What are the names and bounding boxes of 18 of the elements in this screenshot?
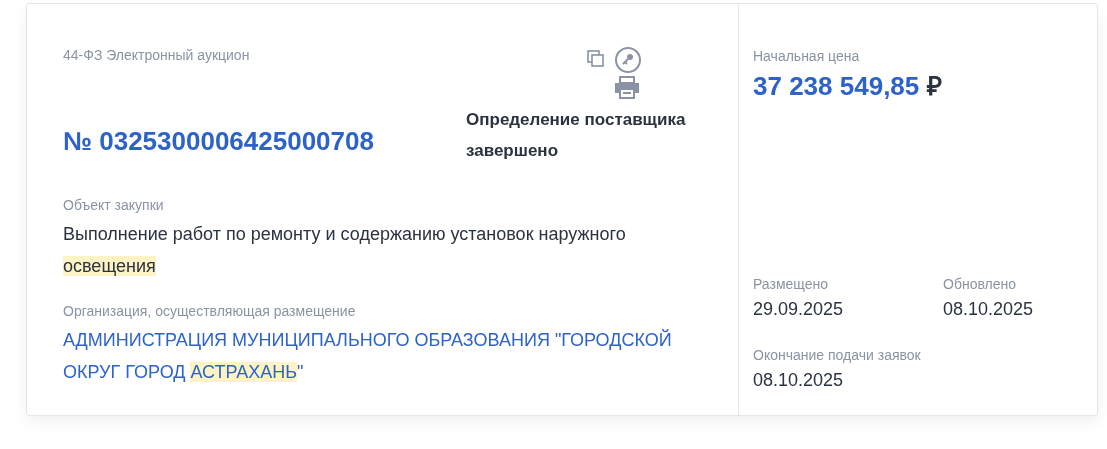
field-label: Начальная цена (753, 47, 861, 65)
date-label: Обновлено (943, 275, 1017, 293)
printer-icon[interactable] (614, 76, 640, 100)
status-text: Определение поставщика завершено (466, 109, 687, 162)
field-label: Объект закупки (63, 196, 165, 214)
date-label: Размещено (753, 275, 829, 293)
field-label: Организация, осуществляющая размещение (63, 302, 357, 320)
procurement-number[interactable]: № 0325300006425000708 (63, 126, 374, 157)
date-value: 29.09.2025 (753, 299, 845, 320)
key-icon[interactable] (614, 46, 642, 74)
purchase-object-text: Выполнение работ по ремонту и содержанию установок наружного освещения (63, 223, 627, 278)
date-value: 08.10.2025 (753, 370, 845, 391)
date-value: 08.10.2025 (943, 299, 1035, 320)
organization-link[interactable]: АДМИНИСТРАЦИЯ МУНИЦИПАЛЬНОГО ОБРАЗОВАНИЯ "ГОРОДСКОЙ ОКРУГ ГОРОД АСТРАХАНЬ" (63, 324, 718, 388)
date-label: Окончание подачи заявок (753, 346, 922, 364)
price-value: 37 238 549,85 ₽ (753, 70, 943, 103)
copy-icon[interactable] (586, 49, 606, 69)
procurement-type: 44-ФЗ Электронный аукцион (63, 46, 251, 64)
